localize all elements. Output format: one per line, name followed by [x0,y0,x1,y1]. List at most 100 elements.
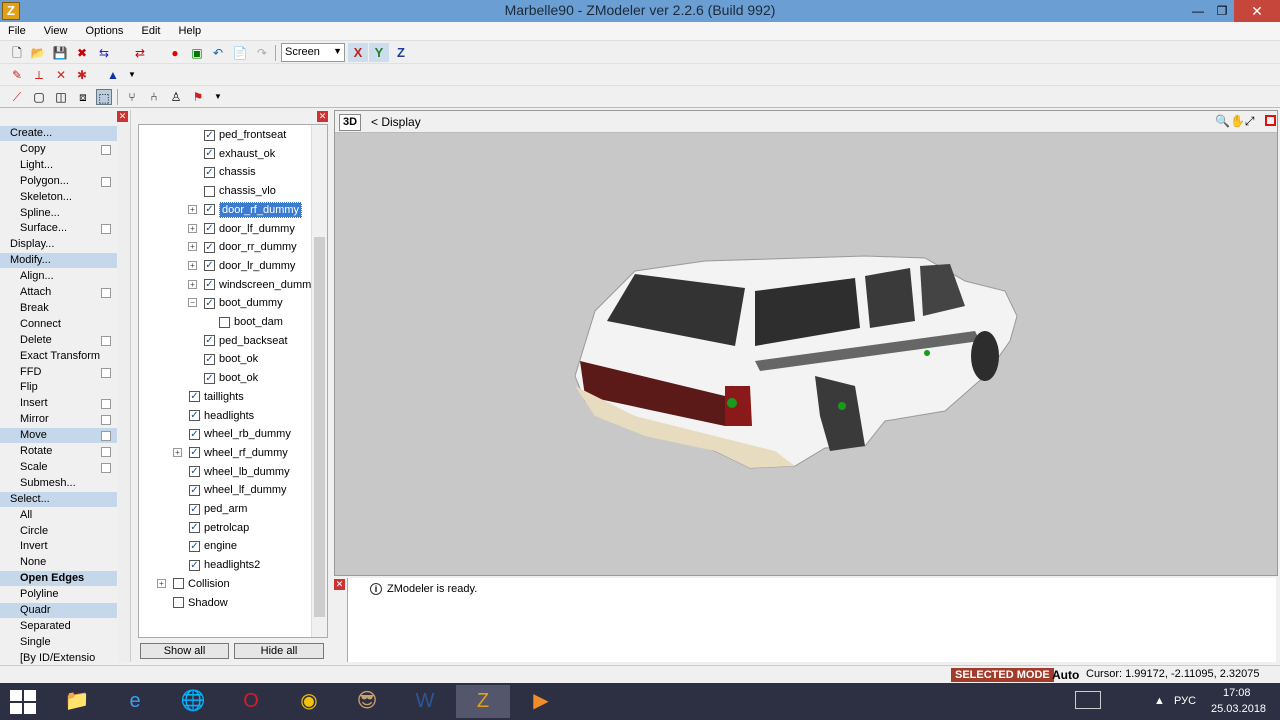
tree-node[interactable]: ✓ ped_arm [189,500,247,518]
command-item[interactable]: Polyline [0,587,117,602]
tree-node[interactable]: ✓ headlights [189,407,254,425]
tree-node[interactable]: + ✓ door_rf_dummy [188,201,303,219]
command-item[interactable]: [By ID/Extensio [0,651,117,666]
command-options-box[interactable] [101,224,111,235]
axis-x-button[interactable]: X [348,43,368,62]
command-item[interactable]: Invert [0,539,117,554]
tree-node[interactable]: ✓ taillights [189,388,244,406]
keyboard-icon[interactable] [1075,691,1101,709]
command-item[interactable]: Insert [0,396,117,411]
auto-mode-label[interactable]: Auto [1052,668,1079,682]
visibility-checkbox[interactable]: ✓ [189,428,200,440]
dropdown-arrow-icon[interactable]: ▼ [124,67,140,83]
media-player-icon[interactable]: ▶ [514,685,568,718]
command-item[interactable]: Single [0,635,117,650]
globe-browser-icon[interactable]: 🌐 [166,685,220,718]
tray-expand-icon[interactable]: ▲ [1154,695,1165,707]
menu-file[interactable]: File [0,22,33,37]
command-item[interactable]: Select... [0,491,117,507]
visibility-checkbox[interactable]: ✓ [204,279,215,291]
tree-node[interactable]: ✓ petrolcap [189,519,249,537]
skeleton-icon[interactable]: ♙ [168,89,184,105]
tree-node[interactable]: + ✓ door_lf_dummy [188,220,295,238]
visibility-checkbox[interactable]: ✓ [204,129,215,141]
3d-viewport[interactable]: 3D < Display 🔍✋⤢ [334,110,1278,576]
tree-node[interactable]: ✓ engine [189,537,237,555]
command-options-box[interactable] [101,176,111,187]
xyz-tool-icon[interactable]: ✱ [74,67,90,83]
command-item[interactable]: Copy [0,142,117,157]
viewport-nav-icons[interactable]: 🔍✋⤢ [1215,114,1254,129]
word-icon[interactable]: W [398,685,452,718]
paint-icon[interactable]: ✎ [9,67,25,83]
car-model[interactable] [565,236,1025,476]
command-options-box[interactable] [101,367,111,378]
command-item[interactable]: Open Edges [0,571,117,587]
tree-expander-icon[interactable]: + [188,204,197,214]
record-icon[interactable]: ● [167,45,183,61]
command-item[interactable]: Display... [0,237,117,252]
internet-explorer-icon[interactable]: e [108,685,162,718]
tree-expander-icon[interactable]: + [188,260,197,270]
windows-start-icon[interactable] [10,690,36,714]
visibility-checkbox[interactable]: ✓ [189,410,200,422]
visibility-checkbox[interactable]: ✓ [189,466,200,478]
tree-node[interactable]: + Collision [157,575,230,593]
command-options-box[interactable] [101,288,111,298]
tree-node[interactable]: + ✓ door_rr_dummy [188,238,297,256]
chrome-icon[interactable]: ◉ [282,685,336,718]
tree-node[interactable]: ✓ ped_backseat [204,332,288,350]
command-item[interactable]: Mirror [0,412,117,427]
tree-node[interactable]: ✓ wheel_rb_dummy [189,425,291,443]
menu-view[interactable]: View [36,22,75,37]
dropdown-arrow-icon-2[interactable]: ▼ [210,89,226,105]
visibility-checkbox[interactable] [204,185,215,197]
open-file-icon[interactable]: 📂 [30,45,46,61]
menu-edit[interactable]: Edit [134,22,168,37]
tree-node[interactable]: ✓ wheel_lb_dummy [189,463,290,481]
command-item[interactable]: Exact Transform [0,349,117,364]
axis-z-button[interactable]: Z [391,43,411,62]
command-item[interactable]: Submesh... [0,476,117,491]
tree-expander-icon[interactable]: + [157,578,166,588]
tree-node[interactable]: + ✓ wheel_rf_dummy [173,444,288,462]
tree-node[interactable]: + ✓ door_lr_dummy [188,257,295,275]
undo-icon[interactable]: ↶ [210,45,226,61]
tree-node[interactable]: ✓ exhaust_ok [204,145,275,163]
command-item[interactable]: None [0,555,117,570]
pivot-icon[interactable]: ▲ [105,67,121,83]
polygon-mode-icon[interactable]: ◫ [53,89,69,105]
visibility-checkbox[interactable] [173,597,184,609]
command-item[interactable]: Skeleton... [0,190,117,205]
tree-node[interactable]: + ✓ windscreen_dumm [188,276,311,294]
visibility-checkbox[interactable]: ✓ [204,223,215,235]
visibility-checkbox[interactable]: ✓ [189,522,200,534]
cross-tool-icon[interactable]: ✕ [53,67,69,83]
close-file-icon[interactable]: ✖ [74,45,90,61]
command-options-box[interactable] [101,462,111,473]
command-options-box[interactable] [101,335,111,346]
command-item[interactable]: Modify... [0,253,117,269]
tree-node[interactable]: chassis_vlo [204,182,276,200]
visibility-checkbox[interactable]: ✓ [204,353,215,365]
command-options-box[interactable] [101,447,111,457]
zmodeler-icon[interactable]: Z [456,685,510,718]
visibility-checkbox[interactable]: ✓ [204,335,215,347]
vertex-mode-icon[interactable]: ⟋ [9,89,25,105]
object-mode-icon[interactable]: ⧈ [75,89,91,105]
command-panel-close-icon[interactable]: ✕ [117,111,128,122]
hide-all-button[interactable]: Hide all [234,643,324,659]
command-item[interactable]: Rotate [0,444,117,459]
new-file-icon[interactable]: 🗋 [9,45,25,61]
visibility-checkbox[interactable]: ✓ [189,503,200,515]
tree-node[interactable]: ✓ chassis [204,163,256,181]
close-button[interactable]: ✕ [1234,0,1280,22]
visibility-checkbox[interactable]: ✓ [189,559,200,571]
tree-node[interactable]: ✓ boot_ok [204,350,258,368]
export-icon[interactable]: ⇄ [132,45,148,61]
menu-help[interactable]: Help [171,22,209,37]
visibility-checkbox[interactable]: ✓ [204,241,215,253]
show-all-button[interactable]: Show all [140,643,229,659]
tree-expander-icon[interactable]: + [188,279,197,289]
redo-icon[interactable]: ↷ [254,45,270,61]
